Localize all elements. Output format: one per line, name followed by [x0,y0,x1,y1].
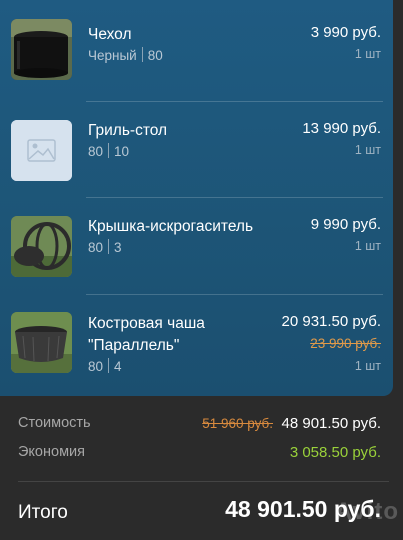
item-options: 80 4 [88,358,122,374]
savings-label: Экономия [18,444,85,460]
fire-bowl-thumbnail[interactable] [11,312,72,373]
cart-item[interactable]: Костровая чаша "Параллель" 80 4 20 931.50… [0,295,393,396]
spark-arrester-thumbnail[interactable] [11,216,72,277]
item-size: 10 [114,144,130,159]
cost-value: 48 901.50 руб. [281,415,382,432]
item-name[interactable]: Гриль-стол [88,120,278,142]
cart-items-panel: Чехол Черный 80 3 990 руб. 1 шт Гриль-сто… [0,0,393,396]
option-separator [108,358,110,373]
cart-item[interactable]: Гриль-стол 80 10 13 990 руб. 1 шт [0,102,393,196]
cover-photo-icon [11,19,72,80]
cart-item[interactable]: Крышка-искрогаситель 80 3 9 990 руб. 1 шт [0,198,393,294]
savings-value: 3 058.50 руб. [289,444,381,461]
summary-divider [18,481,389,482]
item-size: 4 [114,359,122,374]
item-quantity: 1 шт [354,239,381,253]
option-separator [141,47,143,62]
item-price: 13 990 руб. [302,120,381,137]
total-label: Итого [18,502,68,523]
cover-thumbnail[interactable] [11,19,72,80]
item-color: 80 [88,240,104,255]
item-color: 80 [88,144,104,159]
cart-item[interactable]: Чехол Черный 80 3 990 руб. 1 шт [0,0,393,100]
item-options: 80 3 [88,239,122,255]
item-color: 80 [88,359,104,374]
item-price: 3 990 руб. [310,24,381,41]
item-price: 20 931.50 руб. [281,313,382,330]
item-options: Черный 80 [88,47,163,63]
spark-arrester-photo-icon [11,216,72,277]
item-options: 80 10 [88,143,129,159]
item-size: 80 [147,48,163,63]
option-separator [108,239,110,254]
avito-watermark: Avito [334,498,399,525]
fire-bowl-photo-icon [11,312,72,373]
option-separator [108,143,110,158]
item-quantity: 1 шт [354,47,381,61]
cost-label: Стоимость [18,415,91,431]
item-price: 9 990 руб. [310,216,381,233]
grill-table-thumbnail[interactable] [11,120,72,181]
item-color: Черный [88,48,137,63]
item-old-price: 23 990 руб. [310,336,381,351]
item-quantity: 1 шт [354,143,381,157]
cost-old-value: 51 960 руб. [202,416,273,431]
item-name[interactable]: Чехол [88,24,278,46]
image-placeholder-icon [11,120,72,181]
item-name[interactable]: Крышка-искрогаситель [88,216,278,238]
item-quantity: 1 шт [354,359,381,373]
item-name[interactable]: Костровая чаша "Параллель" [88,313,278,357]
item-size: 3 [114,240,122,255]
